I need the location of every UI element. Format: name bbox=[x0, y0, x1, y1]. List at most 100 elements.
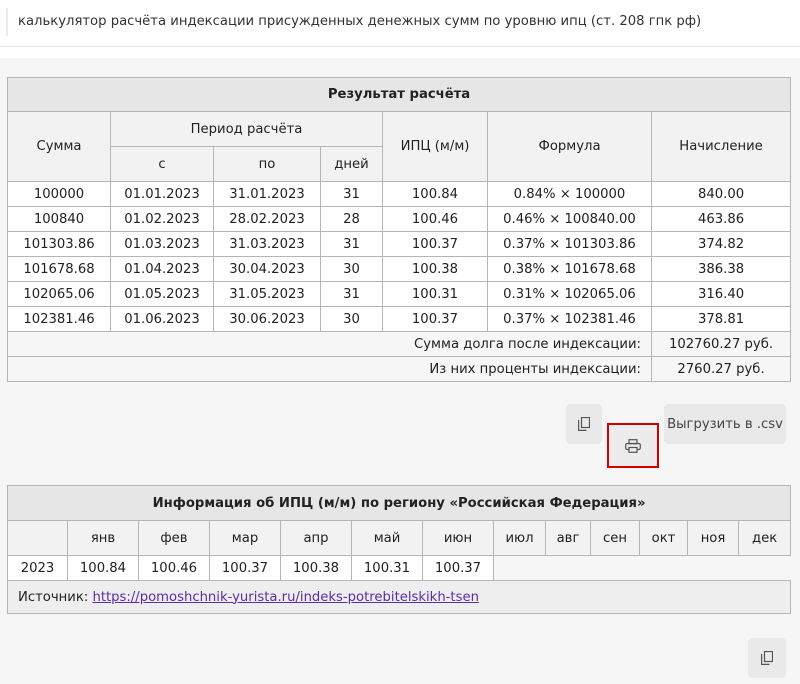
cell-from: 01.01.2023 bbox=[110, 181, 214, 207]
cell-accrual: 386.38 bbox=[650, 256, 792, 282]
cell-from: 01.06.2023 bbox=[110, 306, 214, 332]
page-title: калькулятор расчёта индексации присужден… bbox=[18, 14, 702, 29]
month-header: окт bbox=[639, 520, 688, 556]
cell-accrual: 840.00 bbox=[650, 181, 792, 207]
col-header-period: Период расчёта bbox=[110, 111, 383, 147]
cell-sum: 100840 bbox=[7, 206, 111, 232]
table-row: 100840 01.02.2023 28.02.2023 28 100.46 0.46% … bbox=[7, 206, 792, 232]
cell-sum: 102065.06 bbox=[7, 281, 111, 307]
col-header-formula: Формула bbox=[487, 111, 652, 182]
col-header-from: с bbox=[110, 146, 214, 182]
total-label: Сумма долга после индексации: bbox=[7, 331, 652, 357]
month-header: фев bbox=[138, 520, 210, 556]
month-header: авг bbox=[545, 520, 591, 556]
cell-formula: 0.31% × 102065.06 bbox=[487, 281, 652, 307]
cell-formula: 0.37% × 101303.86 bbox=[487, 231, 652, 257]
ipc-caption: Информация об ИПЦ (м/м) по региону «Росс… bbox=[6, 485, 792, 521]
bottom-copy-button[interactable] bbox=[748, 638, 786, 678]
cell-sum: 101303.86 bbox=[7, 231, 111, 257]
table-row: 102065.06 01.05.2023 31.05.2023 31 100.31 0.3… bbox=[7, 281, 792, 307]
header-accent-bar bbox=[6, 8, 8, 36]
total-row: Из них проценты индексации: 2760.27 руб. bbox=[7, 356, 792, 382]
ipc-month-value: 100.84 bbox=[67, 555, 139, 581]
table-row: 101678.68 01.04.2023 30.04.2023 30 100.38 0.3… bbox=[7, 256, 792, 282]
copy-icon bbox=[761, 651, 773, 665]
col-header-accrual: Начисление bbox=[650, 111, 792, 182]
cell-from: 01.02.2023 bbox=[110, 206, 214, 232]
calculator-result-card: Результат расчёта Сумма Период расчёта И… bbox=[0, 58, 800, 684]
export-csv-label: Выгрузить в .csv bbox=[667, 416, 783, 432]
cell-accrual: 374.82 bbox=[650, 231, 792, 257]
source-link[interactable]: https://pomoshchnik-yurista.ru/indeks-po… bbox=[92, 590, 478, 605]
year-header-empty bbox=[7, 520, 68, 556]
total-row: Сумма долга после индексации: 102760.27 р… bbox=[7, 331, 792, 357]
cell-sum: 101678.68 bbox=[7, 256, 111, 282]
month-header: янв bbox=[67, 520, 139, 556]
month-header: дек bbox=[737, 520, 792, 556]
total-value: 2760.27 руб. bbox=[650, 356, 792, 382]
cell-formula: 0.37% × 102381.46 bbox=[487, 306, 652, 332]
ipc-month-value: 100.31 bbox=[351, 555, 423, 581]
col-header-days: дней bbox=[320, 146, 383, 182]
cell-from: 01.05.2023 bbox=[110, 281, 214, 307]
cell-from: 01.03.2023 bbox=[110, 231, 214, 257]
cell-sum: 102381.46 bbox=[7, 306, 111, 332]
source-label: Источник: bbox=[18, 589, 89, 605]
cell-ipc: 100.37 bbox=[382, 231, 488, 257]
cell-to: 31.05.2023 bbox=[213, 281, 321, 307]
cell-days: 31 bbox=[320, 231, 383, 257]
ipc-source: Источник: https://pomoshchnik-yurista.ru… bbox=[6, 580, 792, 614]
cell-from: 01.04.2023 bbox=[110, 256, 214, 282]
cell-to: 30.04.2023 bbox=[213, 256, 321, 282]
cell-days: 28 bbox=[320, 206, 383, 232]
export-csv-button[interactable]: Выгрузить в .csv bbox=[664, 404, 786, 444]
cell-to: 31.03.2023 bbox=[213, 231, 321, 257]
cell-ipc: 100.37 bbox=[382, 306, 488, 332]
cell-days: 31 bbox=[320, 181, 383, 207]
month-header: май bbox=[351, 520, 423, 556]
ipc-info-table: Информация об ИПЦ (м/м) по региону «Росс… bbox=[6, 485, 792, 614]
cell-accrual: 463.86 bbox=[650, 206, 792, 232]
month-header: мар bbox=[209, 520, 281, 556]
month-header: ноя bbox=[687, 520, 739, 556]
cell-formula: 0.38% × 101678.68 bbox=[487, 256, 652, 282]
ipc-month-value: 100.46 bbox=[138, 555, 210, 581]
cell-ipc: 100.38 bbox=[382, 256, 488, 282]
cell-ipc: 100.84 bbox=[382, 181, 488, 207]
ipc-month-value: 100.37 bbox=[422, 555, 494, 581]
ipc-month-value: 100.38 bbox=[280, 555, 352, 581]
copy-button[interactable] bbox=[566, 404, 602, 444]
ipc-month-value: 100.37 bbox=[209, 555, 281, 581]
ipc-empty-cells bbox=[493, 555, 791, 581]
result-table: Результат расчёта Сумма Период расчёта И… bbox=[6, 77, 792, 382]
cell-days: 30 bbox=[320, 256, 383, 282]
total-label: Из них проценты индексации: bbox=[7, 356, 652, 382]
month-header: сен bbox=[590, 520, 640, 556]
cell-days: 30 bbox=[320, 306, 383, 332]
cell-accrual: 378.81 bbox=[650, 306, 792, 332]
col-header-to: по bbox=[213, 146, 321, 182]
table-row: 100000 01.01.2023 31.01.2023 31 100.84 0.84% … bbox=[7, 181, 792, 207]
col-header-sum: Сумма bbox=[7, 111, 111, 182]
copy-icon bbox=[578, 417, 590, 431]
col-header-ipc: ИПЦ (м/м) bbox=[382, 111, 488, 182]
table-row: 101303.86 01.03.2023 31.03.2023 31 100.37 0.3… bbox=[7, 231, 792, 257]
month-header: июн bbox=[422, 520, 494, 556]
cell-ipc: 100.31 bbox=[382, 281, 488, 307]
cell-to: 31.01.2023 bbox=[213, 181, 321, 207]
table-row: 102381.46 01.06.2023 30.06.2023 30 100.37 0.3… bbox=[7, 306, 792, 332]
month-header: апр bbox=[280, 520, 352, 556]
ipc-year: 2023 bbox=[7, 555, 68, 581]
cell-sum: 100000 bbox=[7, 181, 111, 207]
cell-days: 31 bbox=[320, 281, 383, 307]
printer-icon bbox=[625, 438, 641, 453]
total-value: 102760.27 руб. bbox=[650, 331, 792, 357]
print-button[interactable] bbox=[607, 423, 659, 468]
cell-formula: 0.46% × 100840.00 bbox=[487, 206, 652, 232]
month-header: июл bbox=[493, 520, 546, 556]
result-caption: Результат расчёта bbox=[6, 77, 792, 112]
page-header: калькулятор расчёта индексации присужден… bbox=[0, 0, 800, 47]
cell-ipc: 100.46 bbox=[382, 206, 488, 232]
cell-to: 28.02.2023 bbox=[213, 206, 321, 232]
cell-formula: 0.84% × 100000 bbox=[487, 181, 652, 207]
